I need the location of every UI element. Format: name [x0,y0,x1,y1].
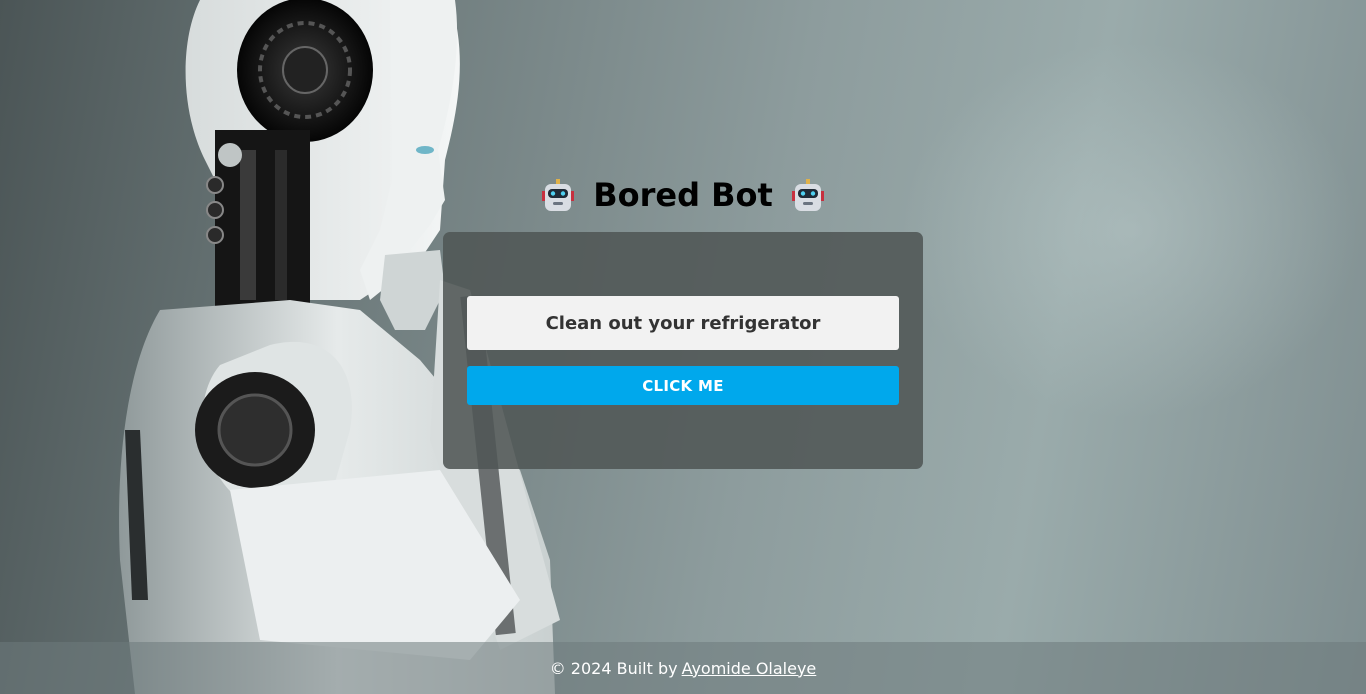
activity-suggestion: Clean out your refrigerator [467,296,899,350]
robot-face-icon [542,179,575,211]
background-glow [900,40,1360,420]
robot-face-icon [791,179,824,211]
footer-credit-text: © 2024 Built by [549,658,678,678]
click-me-button[interactable]: CLICK ME [467,366,899,405]
page-title: Bored Bot [593,176,773,214]
author-link[interactable]: Ayomide Olaleye [682,659,817,678]
footer: © 2024 Built by Ayomide Olaleye [0,642,1366,694]
activity-card: Clean out your refrigerator CLICK ME [443,232,923,469]
page: Bored Bot Clean out your refrigerator CL… [0,0,1366,694]
page-header: Bored Bot [0,170,1366,218]
